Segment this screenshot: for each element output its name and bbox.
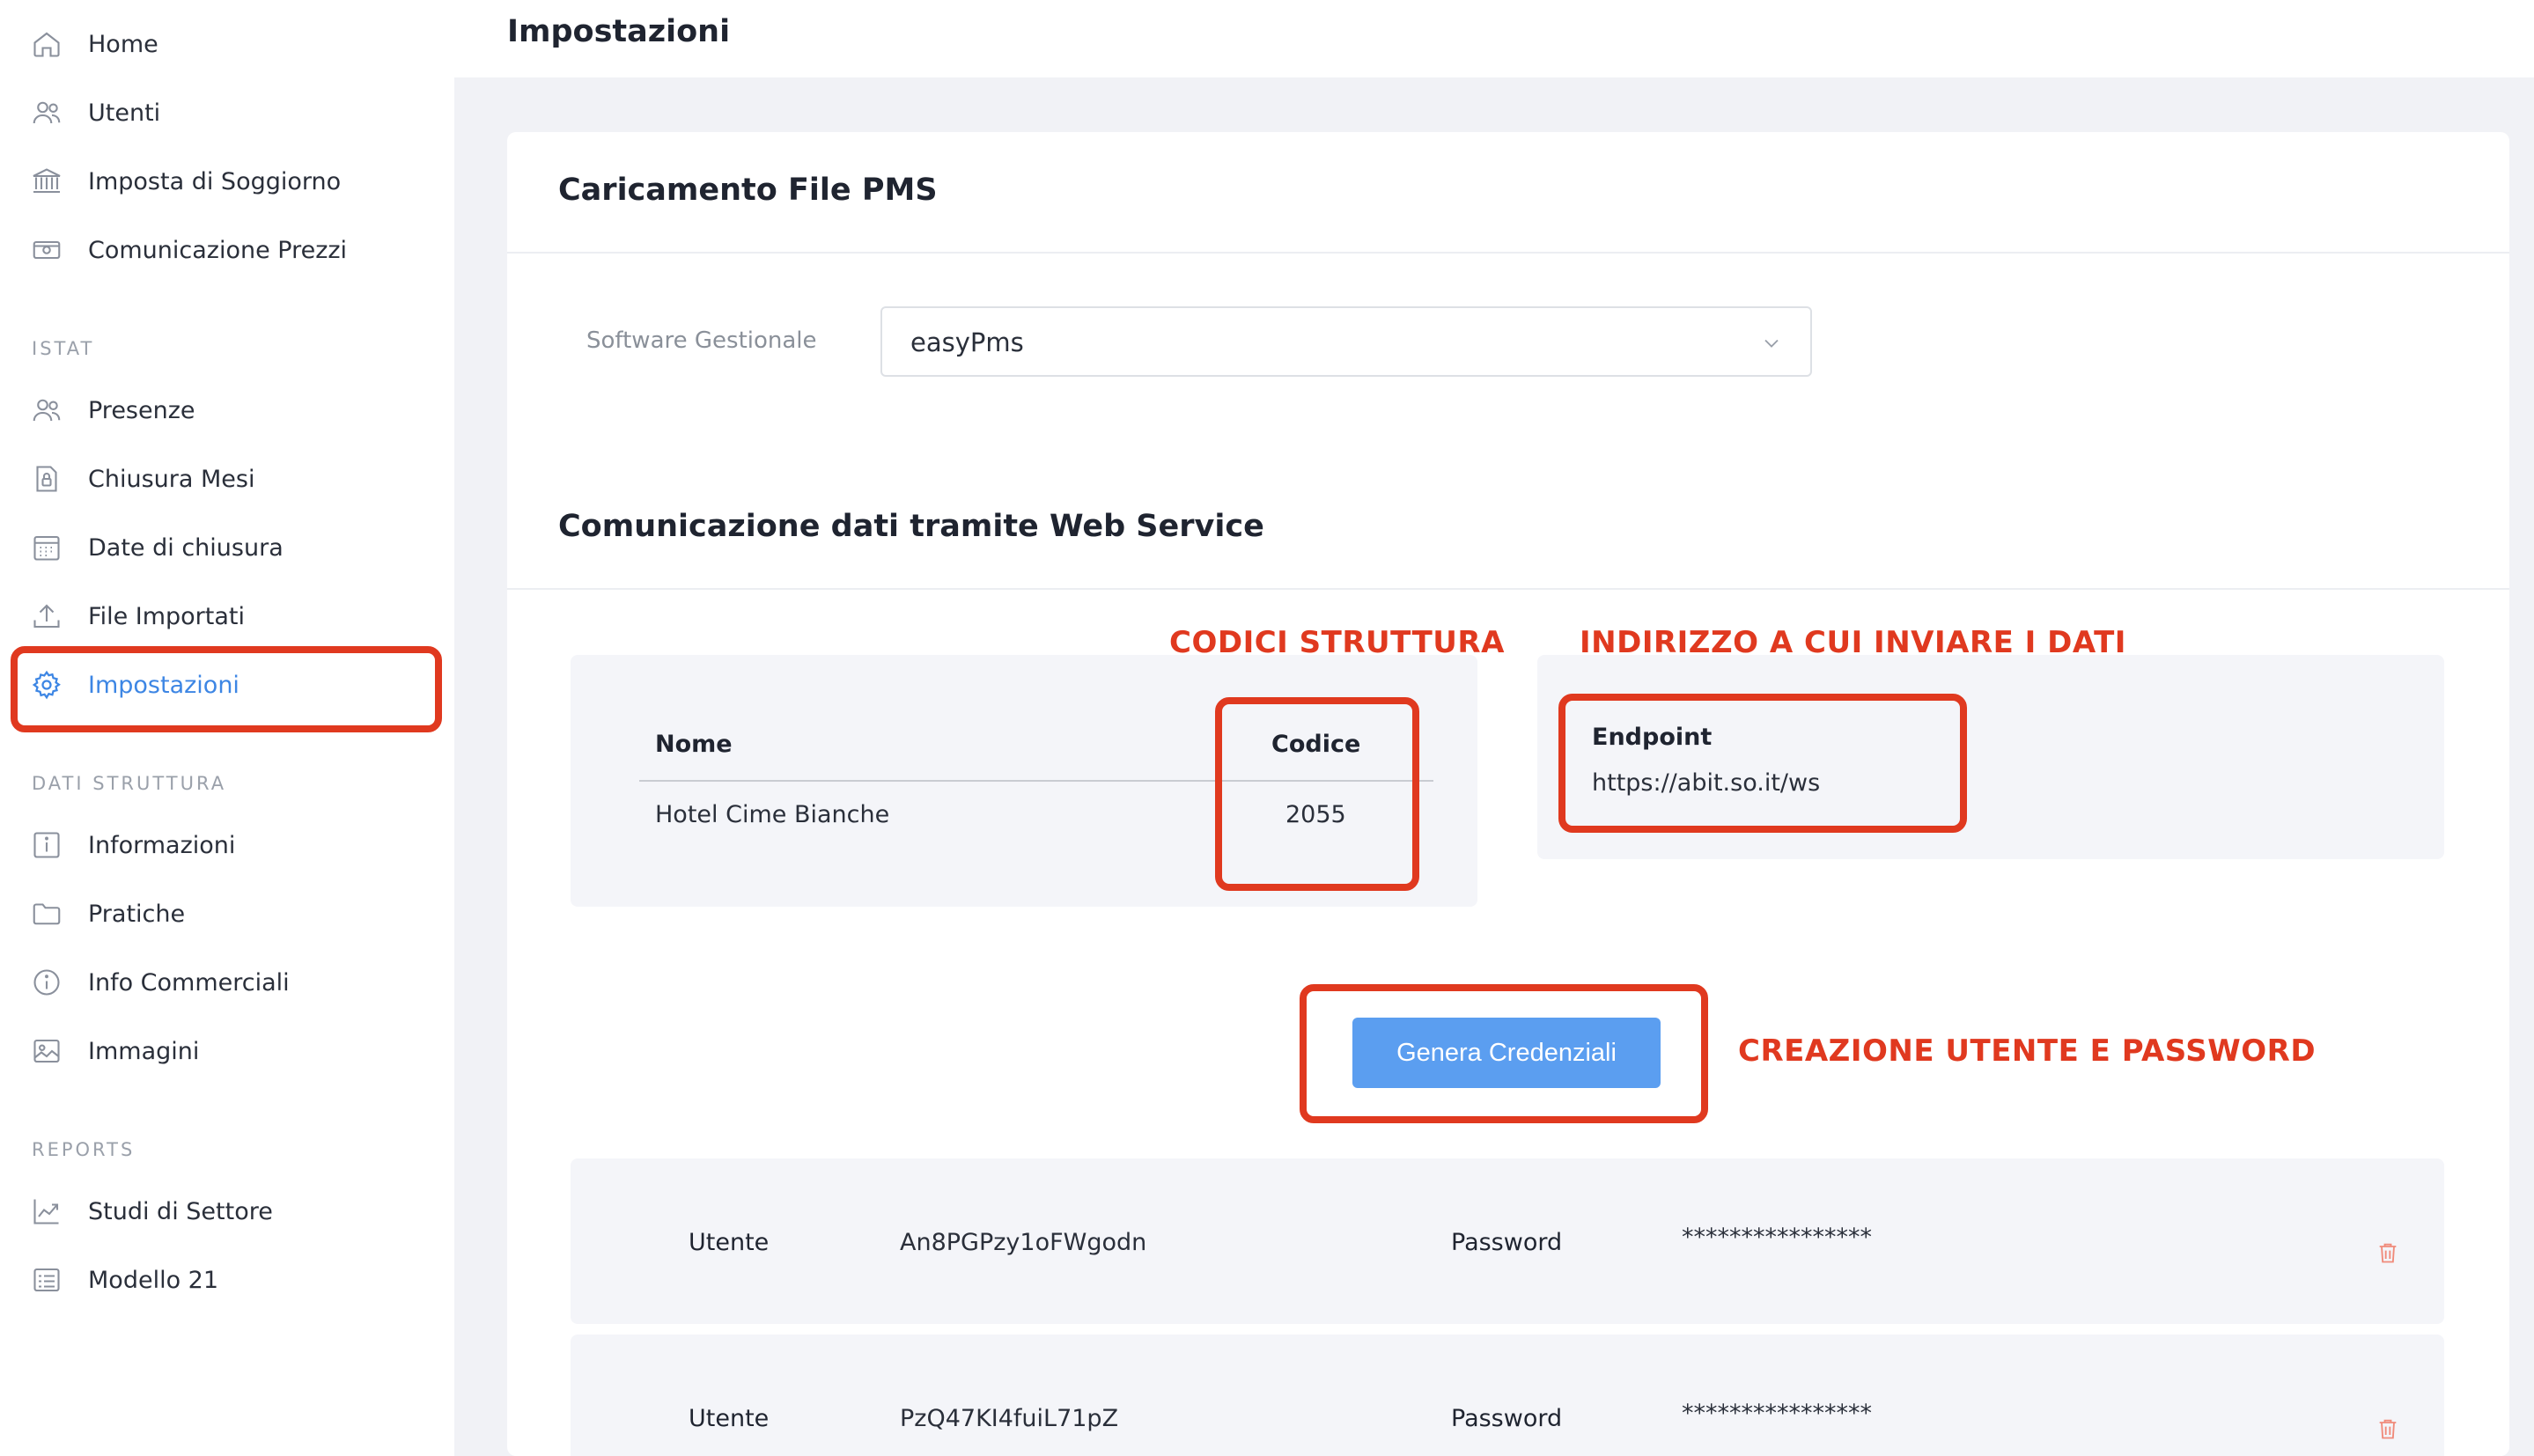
sidebar-item-label: Studi di Settore xyxy=(88,1197,273,1225)
table-header-nome: Nome xyxy=(655,731,733,758)
section-title-reports: REPORTS xyxy=(32,1139,136,1160)
password-label: Password xyxy=(1451,1229,1563,1256)
password-label: Password xyxy=(1451,1405,1563,1432)
sidebar-item-label: Home xyxy=(88,30,158,58)
info-circle-icon xyxy=(30,966,63,999)
users-icon xyxy=(30,393,63,427)
genera-credenziali-button[interactable]: Genera Credenziali xyxy=(1352,1018,1661,1088)
info-square-icon xyxy=(30,828,63,862)
sidebar: Home Utenti Imposta di Soggiorno Comunic… xyxy=(0,0,454,1456)
annotation-indirizzo: INDIRIZZO A CUI INVIARE I DATI xyxy=(1580,625,2126,660)
password-value: **************** xyxy=(1682,1400,1872,1427)
trash-icon[interactable] xyxy=(2376,1239,2400,1266)
divider xyxy=(507,588,2509,590)
sidebar-item-label: Informazioni xyxy=(88,831,236,859)
sidebar-item-utenti[interactable]: Utenti xyxy=(0,86,454,139)
user-label: Utente xyxy=(689,1229,770,1256)
highlight-box-codice xyxy=(1215,697,1419,891)
user-value: PzQ47KI4fuiL71pZ xyxy=(900,1405,1119,1432)
calendar-icon xyxy=(30,531,63,564)
sidebar-item-studi-settore[interactable]: Studi di Settore xyxy=(0,1185,454,1238)
password-value: **************** xyxy=(1682,1224,1872,1251)
software-gestionale-select[interactable]: easyPms xyxy=(880,306,1812,377)
form-icon xyxy=(30,1263,63,1297)
users-icon xyxy=(30,96,63,129)
sidebar-item-presenze[interactable]: Presenze xyxy=(0,384,454,437)
user-label: Utente xyxy=(689,1405,770,1432)
sidebar-item-pratiche[interactable]: Pratiche xyxy=(0,887,454,940)
sidebar-item-label: Comunicazione Prezzi xyxy=(88,236,348,264)
sidebar-item-info-commerciali[interactable]: Info Commerciali xyxy=(0,956,454,1009)
home-icon xyxy=(30,27,63,61)
annotation-codici-struttura: CODICI STRUTTURA xyxy=(1169,625,1505,660)
sidebar-item-comunicazione-prezzi[interactable]: Comunicazione Prezzi xyxy=(0,224,454,276)
sidebar-item-imposta-soggiorno[interactable]: Imposta di Soggiorno xyxy=(0,155,454,208)
sidebar-item-label: Date di chiusura xyxy=(88,533,284,562)
webservice-section-title: Comunicazione dati tramite Web Service xyxy=(558,509,1264,544)
section-title-dati-struttura: DATI STRUTTURA xyxy=(32,773,227,794)
upload-icon xyxy=(30,599,63,633)
sidebar-item-modello-21[interactable]: Modello 21 xyxy=(0,1254,454,1306)
sidebar-item-label: Pratiche xyxy=(88,900,186,928)
sidebar-item-date-chiusura[interactable]: Date di chiusura xyxy=(0,521,454,574)
folder-icon xyxy=(30,897,63,930)
sidebar-item-immagini[interactable]: Immagini xyxy=(0,1025,454,1077)
sidebar-item-label: Utenti xyxy=(88,99,161,127)
credential-row: Utente An8PGPzy1oFWgodn Password *******… xyxy=(571,1158,2444,1324)
divider xyxy=(507,252,2509,254)
sidebar-item-chiusura-mesi[interactable]: Chiusura Mesi xyxy=(0,452,454,505)
sidebar-item-label: Imposta di Soggiorno xyxy=(88,167,342,195)
money-icon xyxy=(30,233,63,267)
chevron-down-icon xyxy=(1759,331,1784,356)
chart-icon xyxy=(30,1195,63,1228)
section-title-istat: ISTAT xyxy=(32,338,95,359)
user-value: An8PGPzy1oFWgodn xyxy=(900,1229,1147,1256)
select-value: easyPms xyxy=(910,327,1024,357)
image-icon xyxy=(30,1034,63,1068)
sidebar-item-label: Modello 21 xyxy=(88,1266,219,1294)
pms-section-title: Caricamento File PMS xyxy=(558,173,938,208)
highlight-box-endpoint xyxy=(1558,694,1967,833)
sidebar-item-file-importati[interactable]: File Importati xyxy=(0,590,454,643)
sidebar-item-label: Chiusura Mesi xyxy=(88,465,255,493)
sidebar-item-label: File Importati xyxy=(88,602,246,630)
lock-icon xyxy=(30,462,63,496)
software-gestionale-label: Software Gestionale xyxy=(586,327,817,354)
bank-icon xyxy=(30,165,63,198)
trash-icon[interactable] xyxy=(2376,1416,2400,1442)
annotation-creazione-utente: CREAZIONE UTENTE E PASSWORD xyxy=(1738,1033,2317,1069)
sidebar-item-label: Presenze xyxy=(88,396,195,424)
credential-row: Utente PzQ47KI4fuiL71pZ Password *******… xyxy=(571,1335,2444,1456)
sidebar-item-home[interactable]: Home xyxy=(0,18,454,70)
table-cell-nome: Hotel Cime Bianche xyxy=(655,801,890,828)
sidebar-item-informazioni[interactable]: Informazioni xyxy=(0,819,454,871)
top-bar: Impostazioni xyxy=(454,0,2534,77)
sidebar-item-label: Info Commerciali xyxy=(88,968,290,996)
highlight-box-impostazioni xyxy=(11,646,442,732)
page-title: Impostazioni xyxy=(507,14,731,49)
sidebar-item-label: Immagini xyxy=(88,1037,200,1065)
